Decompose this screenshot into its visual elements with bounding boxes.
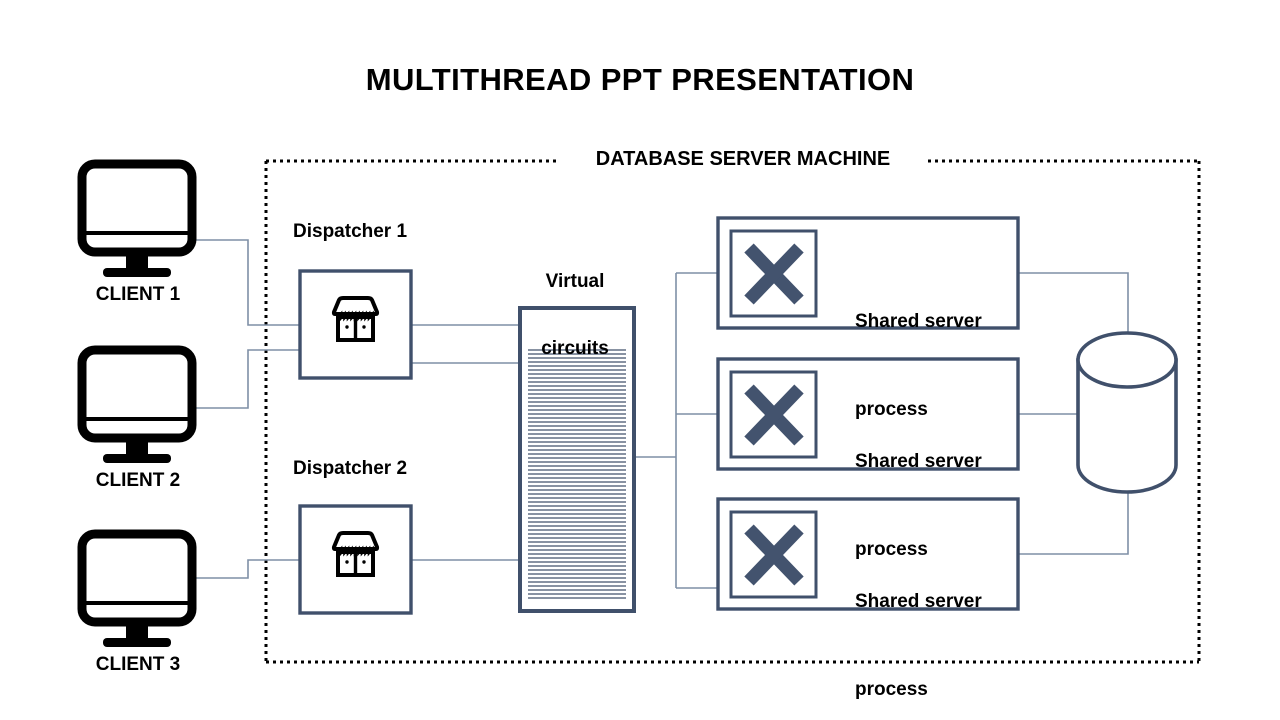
dispatcher-box-1[interactable] bbox=[298, 269, 413, 380]
client-monitor-1[interactable] bbox=[77, 159, 197, 277]
ssp-3-line-2: process bbox=[855, 679, 928, 701]
virtual-circuits-label-line-1: Virtual bbox=[545, 270, 605, 292]
connector-client2-to-dispatcher1 bbox=[190, 349, 300, 409]
connector-virtual-circuits-to-shared-processes bbox=[634, 272, 718, 589]
connector-client3-to-dispatcher2 bbox=[190, 559, 300, 579]
ssp-3-line-1: Shared server bbox=[855, 590, 982, 612]
virtual-circuits-label-line-2: circuits bbox=[541, 338, 609, 360]
database-server-machine-label: DATABASE SERVER MACHINE bbox=[560, 148, 926, 172]
connector-dispatcher1-to-virtual-circuits bbox=[411, 324, 520, 364]
client-label-3: CLIENT 3 bbox=[95, 654, 181, 675]
client-monitor-3[interactable] bbox=[77, 529, 197, 647]
ssp-2-line-1: Shared server bbox=[855, 450, 982, 472]
connector-client1-to-dispatcher1 bbox=[190, 239, 300, 326]
client-monitor-2[interactable] bbox=[77, 345, 197, 463]
shared-server-process-label-3: Shared server process bbox=[855, 528, 1035, 720]
client-label-2: CLIENT 2 bbox=[95, 470, 181, 491]
dispatcher-label-2: Dispatcher 2 bbox=[293, 458, 408, 479]
dispatcher-label-1: Dispatcher 1 bbox=[293, 221, 408, 242]
ssp-1-line-1: Shared server bbox=[855, 310, 982, 332]
client-label-1: CLIENT 1 bbox=[95, 284, 181, 305]
virtual-circuits-label: Virtual circuits bbox=[510, 226, 640, 405]
diagram-vector-layer bbox=[77, 159, 1201, 664]
database-cylinder-icon[interactable] bbox=[1076, 331, 1178, 494]
diagram-canvas: MULTITHREAD PPT PRESENTATION DATABASE SE… bbox=[0, 0, 1280, 720]
dispatcher-box-2[interactable] bbox=[298, 504, 413, 615]
page-title: MULTITHREAD PPT PRESENTATION bbox=[365, 62, 915, 97]
